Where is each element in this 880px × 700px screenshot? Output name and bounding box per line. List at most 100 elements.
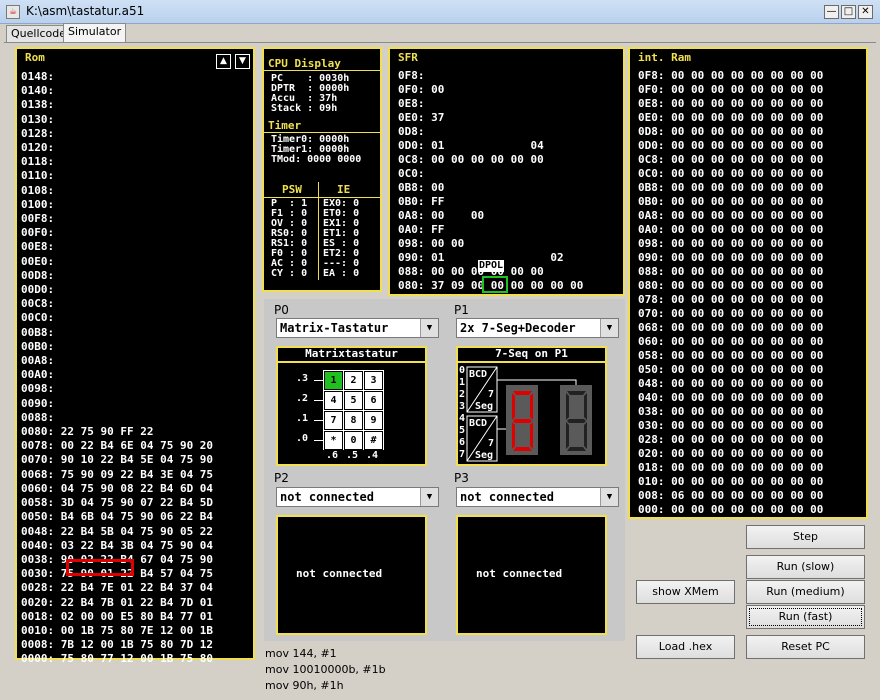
internal-ram-panel: int. Ram 0F8: 00 00 00 00 00 00 00 00 0F0… [628, 47, 868, 519]
log-line: mov 10010000b, #1b [265, 663, 386, 676]
decoder-upper: BCD 7 Seg [466, 366, 498, 413]
keypad-key[interactable]: 9 [364, 411, 383, 430]
iram-row: 0D0: 00 00 00 00 00 00 00 00 [638, 139, 824, 152]
iram-row: 010: 00 00 00 00 00 00 00 00 [638, 475, 824, 488]
tab-divider [4, 42, 876, 43]
keypad-row-label: .2 [296, 393, 309, 404]
rom-row: 0018: 02 00 00 E5 80 B4 77 01 [21, 609, 214, 623]
keypad-key[interactable]: 8 [344, 411, 363, 430]
tab-quellcode[interactable]: Quellcode [6, 25, 72, 43]
iram-row: 008: 06 00 00 00 00 00 00 00 [638, 489, 824, 502]
sevenseg-title: 7-Seq on P1 [458, 348, 605, 363]
log-line: mov 90h, #1h [265, 679, 344, 692]
ie-title: IE [337, 183, 351, 196]
keypad-key[interactable]: 0 [344, 431, 363, 450]
bcd-label: BCD [469, 418, 487, 429]
sfr-row: 0C8: 00 00 00 00 00 00 [398, 153, 544, 166]
iram-row: 0D8: 00 00 00 00 00 00 00 00 [638, 125, 824, 138]
sfr-row: 0A0: FF [398, 223, 445, 236]
p1-select-value: 2x 7-Seg+Decoder [460, 321, 576, 335]
wire [314, 420, 323, 421]
iram-row: 0F8: 00 00 00 00 00 00 00 00 [638, 69, 824, 82]
keypad-key[interactable]: 6 [364, 391, 383, 410]
rom-row: 00B0: [21, 339, 55, 353]
maximize-icon[interactable]: □ [841, 5, 856, 19]
rom-row: 00D0: [21, 283, 55, 297]
keypad-key[interactable]: # [364, 431, 383, 450]
keypad-key[interactable]: 5 [344, 391, 363, 410]
sfr-row: 098: 00 00 [398, 237, 465, 250]
p1-device-select[interactable]: 2x 7-Seg+Decoder ▼ [456, 318, 619, 338]
rom-row: 0080: 22 75 90 FF 22 [21, 425, 154, 439]
keypad-row-label: .1 [296, 413, 309, 424]
timer-registers: Timer0: 0000h Timer1: 0000h TMod: 0000 000… [271, 135, 361, 165]
divider [264, 132, 380, 133]
p2-device: not connected [276, 515, 427, 635]
sfr-row: 0B8: 00 [398, 181, 445, 194]
rom-row: 0020: 22 B4 7B 01 22 B4 7D 01 [21, 595, 214, 609]
tab-simulator[interactable]: Simulator [63, 23, 127, 43]
rom-row: 0138: [21, 98, 55, 112]
chevron-down-icon: ▼ [600, 488, 618, 506]
port-bit-label: 4 [459, 413, 466, 424]
iram-row: 0E0: 00 00 00 00 00 00 00 00 [638, 111, 824, 124]
minimize-icon[interactable]: — [824, 5, 839, 19]
run-medium-button[interactable]: Run (medium) [746, 580, 865, 604]
iram-row: 0B8: 00 00 00 00 00 00 00 00 [638, 181, 824, 194]
iram-row: 098: 00 00 00 00 00 00 00 00 [638, 237, 824, 250]
keypad-col-label: .6 [326, 450, 339, 461]
load-hex-button[interactable]: Load .hex [636, 635, 735, 659]
sfr-row: 0D0: 01 04 [398, 139, 544, 152]
port-bit-label: 3 [459, 401, 466, 412]
rom-row: 0120: [21, 141, 55, 155]
rom-row: 0128: [21, 126, 55, 140]
p2-device-select[interactable]: not connected ▼ [276, 487, 439, 507]
iram-rows: 0F8: 00 00 00 00 00 00 00 00 0F0: 00 00 0… [638, 69, 823, 517]
ie-flags: EX0: 0 ET0: 0 EX1: 0 ET1: 0 ES : 0 ET2: 0 ---:… [323, 199, 359, 279]
rom-row: 0140: [21, 84, 55, 98]
keypad-key[interactable]: * [324, 431, 343, 450]
iram-row: 0F0: 00 00 00 00 00 00 00 00 [638, 83, 824, 96]
iram-row: 070: 00 00 00 00 00 00 00 00 [638, 307, 824, 320]
digit-right [560, 385, 592, 455]
keypad-key[interactable]: 2 [344, 371, 363, 390]
p1-label: P1 [454, 303, 469, 317]
keypad-title: Matrixtastatur [278, 348, 425, 363]
rom-row: 0058: 3D 04 75 90 07 22 B4 5D [21, 496, 214, 510]
psw-title: PSW [282, 183, 302, 196]
scroll-up-icon[interactable]: ▲ [216, 54, 231, 69]
rom-row: 00A0: [21, 368, 55, 382]
run-fast-button[interactable]: Run (fast) [746, 605, 865, 629]
wire [314, 400, 323, 401]
port-bit-label: 5 [459, 425, 466, 436]
decoder-lower: BCD 7 Seg [466, 415, 498, 462]
wire [314, 440, 323, 441]
run-slow-button[interactable]: Run (slow) [746, 555, 865, 579]
rom-panel: Rom ▲ ▼ 0148: 0140: 0138: 0130: 0128: 0120: 01… [15, 47, 255, 665]
iram-title: int. Ram [638, 51, 691, 64]
step-button[interactable]: Step [746, 525, 865, 549]
rom-row: 0048: 22 B4 5B 04 75 90 05 22 [21, 524, 214, 538]
app-icon: ☕ [6, 5, 20, 19]
p0-device-select[interactable]: Matrix-Tastatur ▼ [276, 318, 439, 338]
sfr-row: 0F8: [398, 69, 425, 82]
keypad-key[interactable]: 4 [324, 391, 343, 410]
rom-row: 00C0: [21, 311, 55, 325]
p2-label: P2 [274, 471, 289, 485]
iram-row: 040: 00 00 00 00 00 00 00 00 [638, 391, 824, 404]
cpu-title: CPU Display [268, 57, 341, 70]
keypad-key[interactable]: 7 [324, 411, 343, 430]
close-icon[interactable]: ✕ [858, 5, 873, 19]
keypad-key[interactable]: 1 [324, 371, 343, 390]
selected-sfr-box [482, 276, 508, 293]
rom-row: 00A8: [21, 354, 55, 368]
rom-row: 0110: [21, 169, 55, 183]
sfr-row: 0D8: [398, 125, 425, 138]
reset-pc-button[interactable]: Reset PC [746, 635, 865, 659]
keypad-key[interactable]: 3 [364, 371, 383, 390]
iram-row: 018: 00 00 00 00 00 00 00 00 [638, 461, 824, 474]
p3-device-select[interactable]: not connected ▼ [456, 487, 619, 507]
current-instruction-highlight [66, 559, 134, 576]
show-xmem-button[interactable]: show XMem [636, 580, 735, 604]
scroll-down-icon[interactable]: ▼ [235, 54, 250, 69]
